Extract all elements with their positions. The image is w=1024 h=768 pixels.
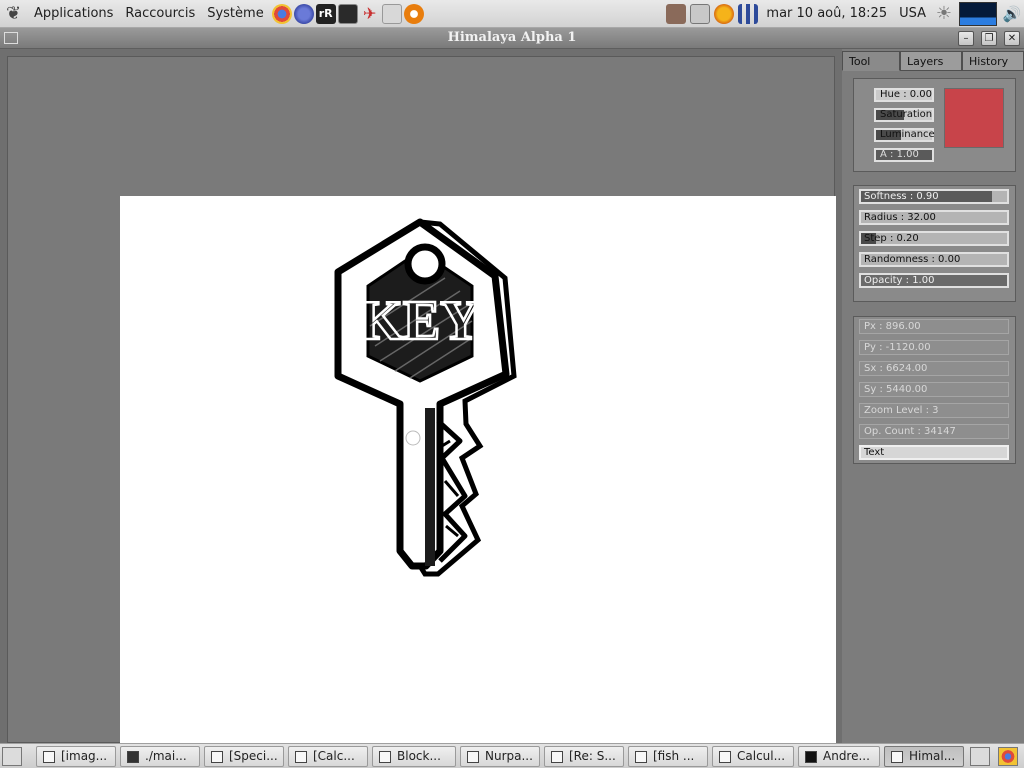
menu-raccourcis[interactable]: Raccourcis <box>119 0 201 28</box>
drawing-canvas[interactable]: KEY <box>120 196 836 744</box>
brush-group: Softness : 0.90 Radius : 32.00 Step : 0.… <box>853 185 1016 302</box>
hue-field[interactable]: Hue : 0.00 <box>874 88 934 102</box>
opacity-slider[interactable]: Opacity : 1.00 <box>859 273 1009 288</box>
plane-launcher-icon[interactable]: ✈ <box>360 4 380 24</box>
alpha-field[interactable]: A : 1.00 <box>874 148 934 162</box>
blender-launcher-icon[interactable] <box>403 3 424 24</box>
keyboard-layout[interactable]: USA <box>893 6 932 21</box>
window-title: Himalaya Alpha 1 <box>447 30 577 45</box>
task-item[interactable]: Andre... <box>798 746 880 767</box>
panel-tabs: Tool Layers History <box>842 51 1024 71</box>
top-panel: ❦ Applications Raccourcis Système rR ✈ m… <box>0 0 1024 28</box>
px-readout: Px : 896.00 <box>859 319 1009 334</box>
tab-layers[interactable]: Layers <box>900 51 962 71</box>
luminance-field[interactable]: Luminance <box>874 128 935 142</box>
color-group: Hue : 0.00 Saturation Luminance A : 1.00 <box>853 78 1016 172</box>
disk-icon[interactable] <box>690 3 711 24</box>
task-item[interactable]: [Speci... <box>204 746 284 767</box>
task-item[interactable]: [Calc... <box>288 746 368 767</box>
terminal-launcher-icon[interactable] <box>337 3 358 24</box>
text-button[interactable]: Text <box>859 445 1009 460</box>
tab-tool[interactable]: Tool <box>842 51 900 71</box>
task-item[interactable]: ./mai... <box>120 746 200 767</box>
op-count-readout: Op. Count : 34147 <box>859 424 1009 439</box>
rr-launcher-icon[interactable]: rR <box>315 3 336 24</box>
gnome-foot-icon[interactable]: ❦ <box>6 3 28 25</box>
network-signal-icon[interactable] <box>738 3 759 24</box>
info-group: Px : 896.00 Py : -1120.00 Sx : 6624.00 S… <box>853 316 1016 464</box>
task-item[interactable]: [imag... <box>36 746 116 767</box>
tab-history[interactable]: History <box>962 51 1024 71</box>
minimize-button[interactable]: – <box>958 31 974 46</box>
chrome-launcher-icon[interactable] <box>271 3 292 24</box>
bottom-taskbar: [imag... ./mai... [Speci... [Calc... Blo… <box>0 743 1024 768</box>
workspace-2[interactable] <box>998 747 1018 766</box>
system-monitor-graph[interactable] <box>959 1 997 26</box>
mail-launcher-icon[interactable] <box>381 3 402 24</box>
randomness-slider[interactable]: Randomness : 0.00 <box>859 252 1009 267</box>
canvas-viewport[interactable]: KEY <box>7 56 836 744</box>
task-item[interactable]: Calcul... <box>712 746 794 767</box>
py-readout: Py : -1120.00 <box>859 340 1009 355</box>
show-desktop-icon[interactable] <box>2 747 22 766</box>
maximize-button[interactable]: ❐ <box>981 31 997 46</box>
close-button[interactable]: ✕ <box>1004 31 1020 46</box>
task-item[interactable]: Block... <box>372 746 456 767</box>
task-item[interactable]: [fish ... <box>628 746 708 767</box>
sx-readout: Sx : 6624.00 <box>859 361 1009 376</box>
radius-slider[interactable]: Radius : 32.00 <box>859 210 1009 225</box>
browser-launcher-icon[interactable] <box>293 3 314 24</box>
task-item[interactable]: [Re: S... <box>544 746 624 767</box>
key-drawing: KEY <box>334 218 517 577</box>
softness-slider[interactable]: Softness : 0.90 <box>859 189 1009 204</box>
update-gear-icon[interactable] <box>714 3 735 24</box>
printer-icon[interactable] <box>666 3 687 24</box>
step-slider[interactable]: Step : 0.20 <box>859 231 1009 246</box>
task-item-active[interactable]: Himal... <box>884 746 964 767</box>
workspace-1[interactable] <box>970 747 990 766</box>
saturation-field[interactable]: Saturation <box>874 108 934 122</box>
side-panel: Tool Layers History Hue : 0.00 Saturatio… <box>842 49 1024 743</box>
system-tray: mar 10 aoû, 18:25 USA ☀ 🔊 <box>664 0 1024 28</box>
himalaya-app: KEY Tool Layers History Hue : 0.00 Satur… <box>0 49 1024 744</box>
menu-systeme[interactable]: Système <box>201 0 269 28</box>
window-titlebar: Himalaya Alpha 1 – ❐ ✕ <box>0 28 1024 49</box>
menu-applications[interactable]: Applications <box>28 0 119 28</box>
task-item[interactable]: Nurpa... <box>460 746 540 767</box>
zoom-level-readout: Zoom Level : 3 <box>859 403 1009 418</box>
key-label: KEY <box>359 290 480 352</box>
weather-sun-icon[interactable]: ☀ <box>934 3 954 24</box>
color-swatch[interactable] <box>944 88 1004 148</box>
sy-readout: Sy : 5440.00 <box>859 382 1009 397</box>
clock[interactable]: mar 10 aoû, 18:25 <box>760 6 893 21</box>
volume-icon[interactable]: 🔊 <box>1002 4 1022 24</box>
